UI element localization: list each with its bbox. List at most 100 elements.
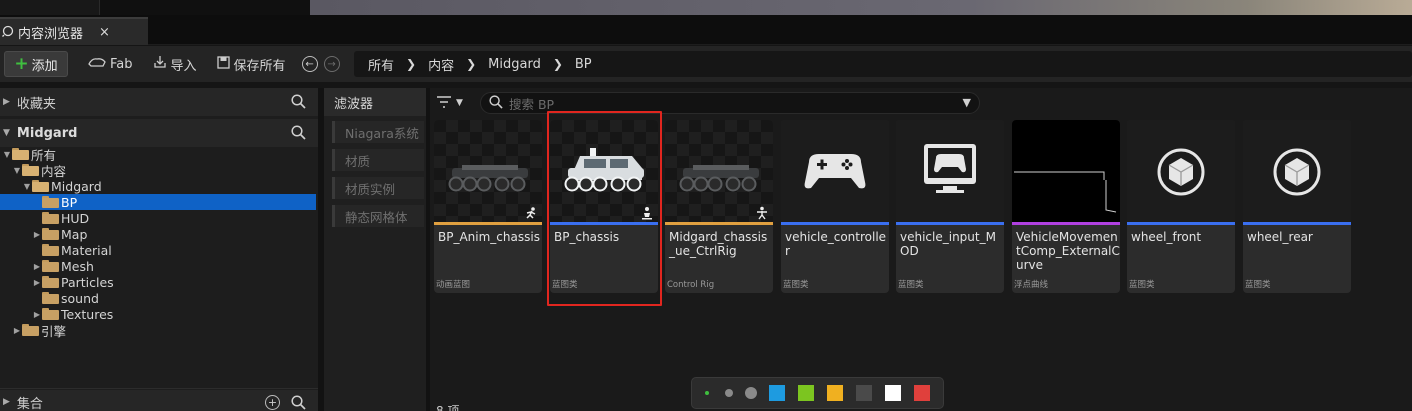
folder-icon xyxy=(42,276,59,288)
breadcrumb-item[interactable]: 所有 xyxy=(368,55,394,74)
size-medium-dot[interactable] xyxy=(725,389,733,397)
save-icon xyxy=(216,55,230,73)
color-swatch[interactable] xyxy=(798,385,814,401)
asset-view: ▼ 搜索 BP ▼ BP_Anim_chassis 动画蓝图 BP_chassis 蓝… xyxy=(430,88,1412,411)
breadcrumb: 所有 ❯ 内容 ❯ Midgard ❯ BP xyxy=(354,51,1412,77)
breadcrumb-item[interactable]: BP xyxy=(575,57,592,72)
tab-content-browser[interactable]: 内容浏览器 × xyxy=(0,17,148,45)
collapsed-arrow-icon[interactable]: ▶ xyxy=(32,262,42,271)
tree-item-label: sound xyxy=(61,290,99,306)
search-input[interactable]: 搜索 BP ▼ xyxy=(480,92,980,114)
breadcrumb-item[interactable]: Midgard xyxy=(488,57,541,72)
asset-tile[interactable]: vehicle_input_MOD 蓝图类 xyxy=(896,120,1004,293)
asset-tile[interactable]: Midgard_chassis_ue_CtrlRig Control Rig xyxy=(665,120,773,293)
expanded-arrow-icon[interactable]: ▼ xyxy=(2,150,12,159)
collapsed-arrow-icon[interactable]: ▶ xyxy=(3,97,10,107)
filter-button[interactable]: ▼ xyxy=(436,95,474,111)
asset-name: VehicleMovementComp_ExternalCurve xyxy=(1016,230,1120,272)
filter-item[interactable]: Niagara系统 xyxy=(332,121,424,143)
folder-icon xyxy=(22,324,39,336)
chevron-down-icon: ▼ xyxy=(456,98,463,108)
color-swatch[interactable] xyxy=(769,385,785,401)
tab-bar: 内容浏览器 × xyxy=(0,15,1412,45)
collapsed-arrow-icon[interactable]: ▶ xyxy=(3,397,10,407)
asset-tile[interactable]: BP_chassis 蓝图类 xyxy=(550,120,658,293)
filter-item[interactable]: 材质 xyxy=(332,149,424,171)
asset-type: 蓝图类 xyxy=(552,280,578,290)
asset-name: vehicle_input_MOD xyxy=(900,230,996,258)
filter-item[interactable]: 静态网格体 xyxy=(332,205,424,227)
asset-tile[interactable]: wheel_front 蓝图类 xyxy=(1127,120,1235,293)
item-count: 8 项 xyxy=(436,404,460,411)
chevron-down-icon[interactable]: ▼ xyxy=(963,96,971,109)
tree-item[interactable]: ▶ 引擎 xyxy=(0,322,316,339)
search-icon[interactable] xyxy=(291,395,306,411)
asset-type: 蓝图类 xyxy=(1129,280,1155,290)
color-swatch[interactable] xyxy=(856,385,872,401)
fab-button[interactable]: Fab xyxy=(88,56,133,72)
color-swatch[interactable] xyxy=(827,385,843,401)
project-header[interactable]: ▼ Midgard xyxy=(0,119,318,147)
collapsed-arrow-icon[interactable]: ▶ xyxy=(32,230,42,239)
tree-item[interactable]: BP xyxy=(0,194,316,210)
tree-item[interactable]: ▶ Particles xyxy=(0,274,316,290)
back-icon[interactable]: ← xyxy=(301,56,318,72)
add-button[interactable]: + 添加 xyxy=(4,51,68,77)
search-icon[interactable] xyxy=(291,125,306,143)
plus-icon: + xyxy=(14,54,29,74)
asset-type-color-bar xyxy=(781,222,889,225)
size-large-dot[interactable] xyxy=(745,387,757,399)
favorites-header[interactable]: ▶ 收藏夹 xyxy=(0,88,318,116)
asset-tile[interactable]: wheel_rear 蓝图类 xyxy=(1243,120,1351,293)
collapsed-arrow-icon[interactable]: ▶ xyxy=(32,310,42,319)
cube-icon xyxy=(1243,120,1351,222)
search-icon xyxy=(489,94,503,112)
close-icon[interactable]: × xyxy=(99,25,110,40)
collapsed-arrow-icon[interactable]: ▶ xyxy=(32,278,42,287)
asset-name: vehicle_controller xyxy=(785,230,887,258)
tree-item[interactable]: ▶ Map xyxy=(0,226,316,242)
expanded-arrow-icon[interactable]: ▼ xyxy=(22,182,32,191)
asset-type: 蓝图类 xyxy=(783,280,809,290)
fab-label: Fab xyxy=(110,56,133,72)
tree-item-label: Textures xyxy=(61,306,114,322)
filter-item[interactable]: 材质实例 xyxy=(332,177,424,199)
filters-title: 滤波器 xyxy=(324,88,426,116)
tree-item[interactable]: Material xyxy=(0,242,316,258)
save-all-button[interactable]: 保存所有 xyxy=(216,55,286,74)
chevron-right-icon[interactable]: ❯ xyxy=(466,57,476,71)
asset-tile[interactable]: vehicle_controller 蓝图类 xyxy=(781,120,889,293)
asset-type-color-bar xyxy=(1127,222,1235,225)
forward-icon[interactable]: → xyxy=(323,56,340,72)
tree-item[interactable]: ▼ Midgard xyxy=(0,178,316,194)
import-icon xyxy=(153,55,167,73)
asset-type: Control Rig xyxy=(667,280,715,290)
tree-item[interactable]: ▼ 内容 xyxy=(0,162,316,179)
save-all-label: 保存所有 xyxy=(233,58,286,74)
filter-icon xyxy=(436,95,452,111)
expanded-arrow-icon[interactable]: ▼ xyxy=(12,166,22,175)
expanded-arrow-icon[interactable]: ▼ xyxy=(3,128,10,138)
chevron-right-icon[interactable]: ❯ xyxy=(406,57,416,71)
asset-tile[interactable]: VehicleMovementComp_ExternalCurve 浮点曲线 xyxy=(1012,120,1120,293)
rig-icon xyxy=(755,206,769,223)
add-collection-icon[interactable]: + xyxy=(265,395,280,410)
collapsed-arrow-icon[interactable]: ▶ xyxy=(12,326,22,335)
search-icon[interactable] xyxy=(291,94,306,112)
size-small-dot[interactable] xyxy=(705,391,709,395)
tree-item[interactable]: ▶ Mesh xyxy=(0,258,316,274)
asset-tile[interactable]: BP_Anim_chassis 动画蓝图 xyxy=(434,120,542,293)
tree-item[interactable]: HUD xyxy=(0,210,316,226)
color-swatch[interactable] xyxy=(914,385,930,401)
gamepad-icon xyxy=(781,120,889,222)
folder-icon xyxy=(42,228,59,240)
cube-icon xyxy=(1127,120,1235,222)
color-swatch[interactable] xyxy=(885,385,901,401)
chevron-right-icon[interactable]: ❯ xyxy=(553,57,563,71)
breadcrumb-item[interactable]: 内容 xyxy=(428,55,454,74)
collections-header[interactable]: ▶ 集合 + xyxy=(0,390,318,411)
tree-item-label: BP xyxy=(61,194,78,210)
tree-item[interactable]: sound xyxy=(0,290,316,306)
import-button[interactable]: 导入 xyxy=(153,55,197,74)
curve-thumbnail xyxy=(1012,120,1120,222)
